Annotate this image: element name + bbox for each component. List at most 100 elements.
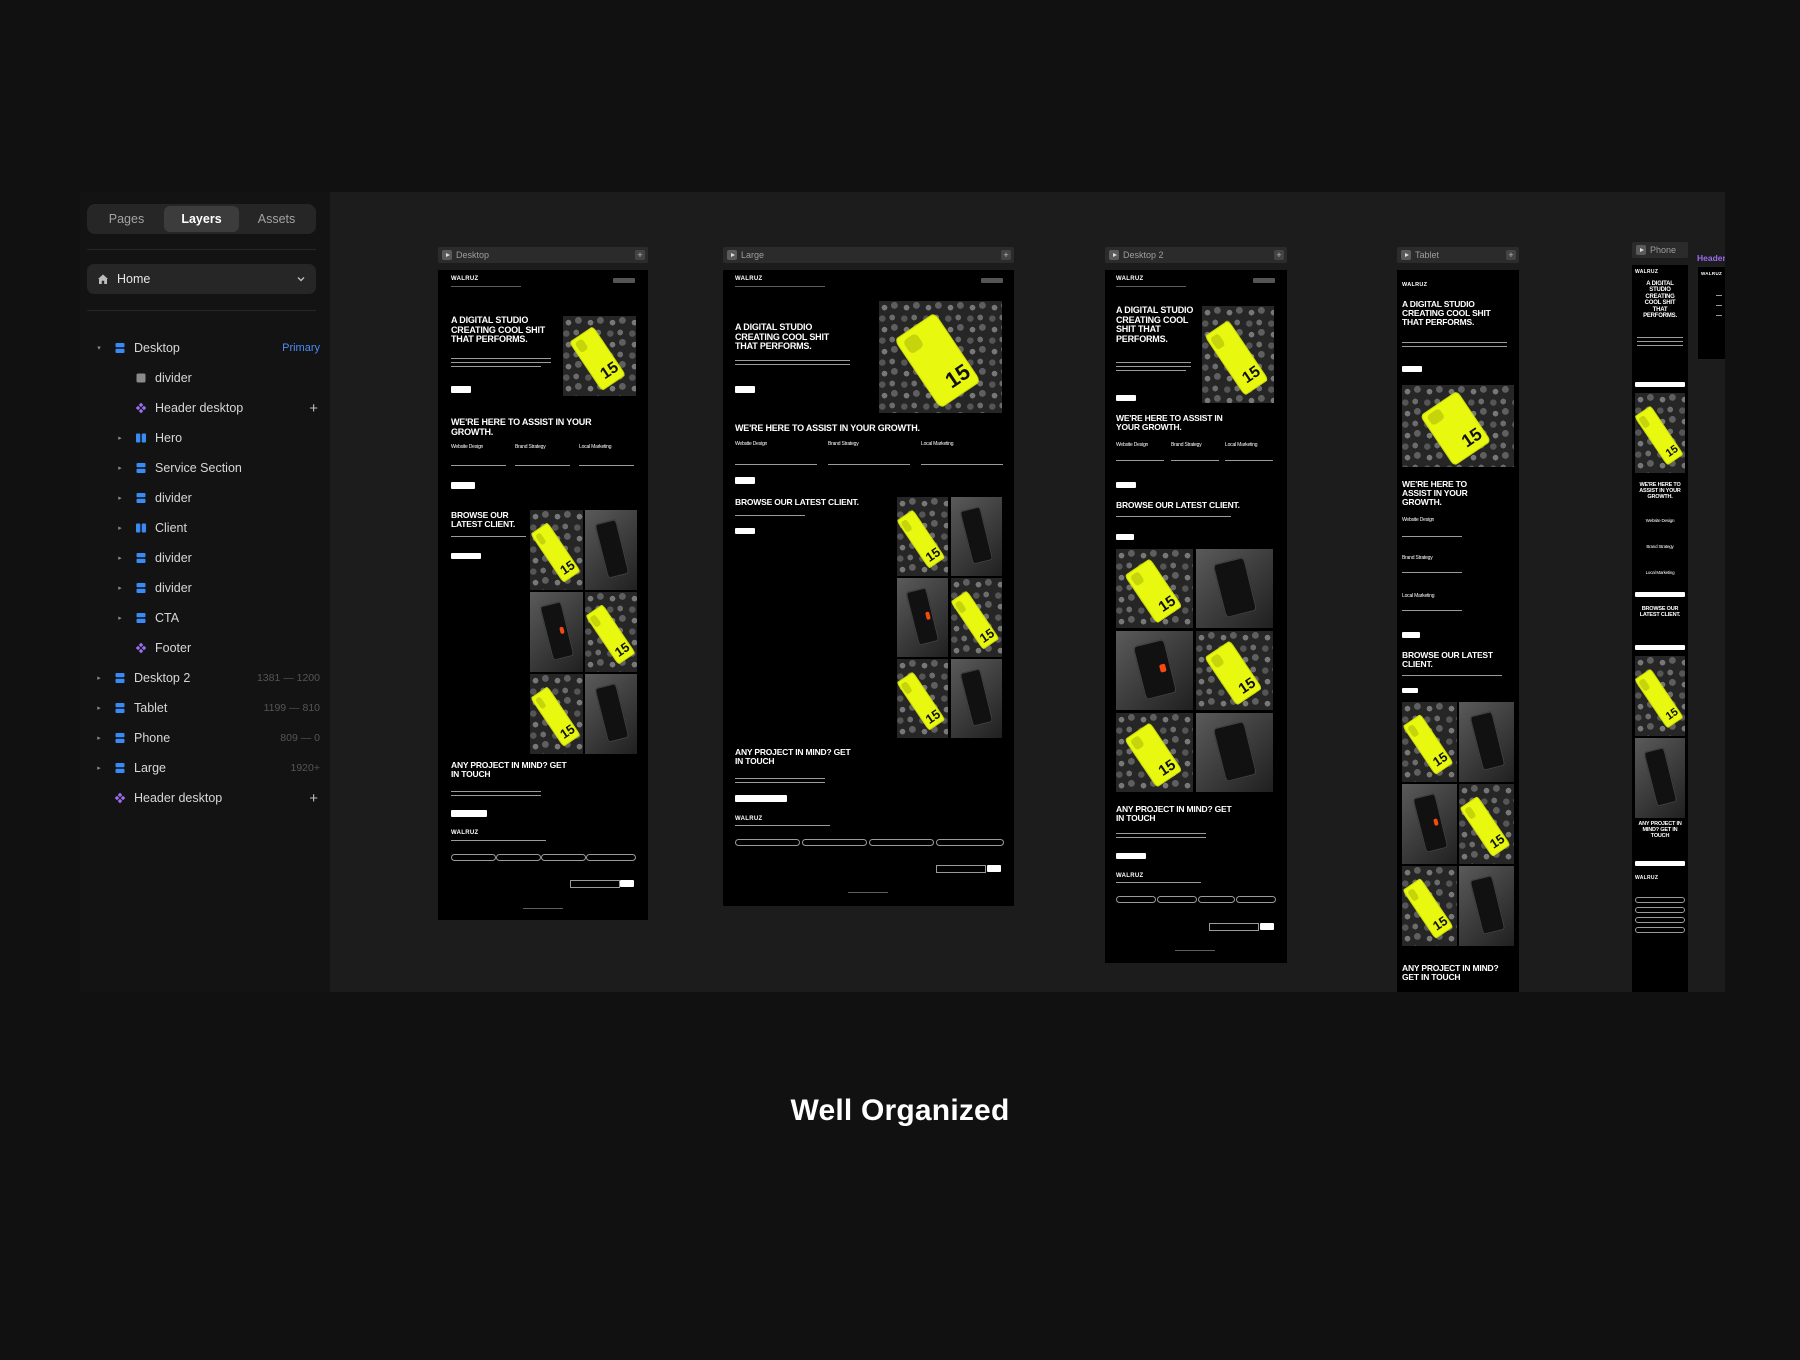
- footer-pill: [1635, 907, 1685, 913]
- layer-label: divider: [155, 551, 192, 565]
- collapse-arrow-icon[interactable]: ▸: [115, 524, 125, 532]
- divider: [87, 310, 316, 311]
- stack-icon: [114, 702, 126, 714]
- page-caption: Well Organized: [790, 1094, 1010, 1127]
- frame-phone[interactable]: WALRUZ A DIGITAL STUDIO CREATING COOL SH…: [1632, 265, 1688, 992]
- layer-row[interactable]: Header desktop +: [80, 393, 330, 423]
- layer-row[interactable]: ▸ Client: [80, 513, 330, 543]
- tab-layers[interactable]: Layers: [164, 206, 239, 232]
- footer-text: [735, 825, 830, 826]
- service-text: [451, 465, 506, 466]
- add-icon: +: [635, 250, 645, 260]
- layer-row[interactable]: ▸ divider: [80, 483, 330, 513]
- frame-header-component[interactable]: WALRUZ: [1697, 266, 1725, 360]
- frame-label-large[interactable]: Large +: [723, 247, 1014, 263]
- collapse-arrow-icon[interactable]: ▸: [115, 554, 125, 562]
- footer-pill: [451, 854, 496, 861]
- service-name: Website Design: [735, 441, 768, 447]
- service-name: Brand Strategy: [515, 444, 546, 450]
- layer-row[interactable]: ▸ Hero: [80, 423, 330, 453]
- add-instance-icon[interactable]: +: [309, 791, 318, 806]
- tab-pages[interactable]: Pages: [89, 206, 164, 232]
- frame-label-phone[interactable]: Phone: [1632, 242, 1688, 258]
- client-image: [585, 510, 637, 590]
- client-image: [1459, 784, 1514, 864]
- add-instance-icon[interactable]: +: [309, 401, 318, 416]
- frame-icon: [135, 372, 147, 384]
- design-canvas[interactable]: Desktop + Large + Desktop 2 + Tablet + Phone…: [330, 192, 1725, 992]
- cta-button: [735, 795, 787, 802]
- cta-text: [735, 778, 825, 779]
- collapse-arrow-icon[interactable]: ▸: [115, 464, 125, 472]
- layer-row[interactable]: ▾ Desktop Primary: [80, 333, 330, 363]
- services-title: WE'RE HERE TO ASSIST IN YOUR GROWTH.: [735, 423, 920, 433]
- stack-icon: [135, 582, 147, 594]
- service-text: [828, 464, 910, 465]
- layer-row[interactable]: ▸ Tablet 1199 — 810: [80, 693, 330, 723]
- layer-row[interactable]: ▸ Large 1920+: [80, 753, 330, 783]
- client-image: [897, 659, 948, 738]
- layer-row[interactable]: Header desktop +: [80, 783, 330, 813]
- frame-desktop-2[interactable]: WALRUZ A DIGITAL STUDIO CREATING COOL SH…: [1105, 270, 1287, 963]
- cta-text: [451, 795, 541, 796]
- layer-label: CTA: [155, 611, 180, 625]
- play-icon: [1401, 250, 1411, 260]
- collapse-arrow-icon[interactable]: ▸: [94, 764, 104, 772]
- hero-text: [1402, 342, 1507, 343]
- layer-row[interactable]: ▸ CTA: [80, 603, 330, 633]
- frame-tablet[interactable]: WALRUZ A DIGITAL STUDIO CREATING COOL SH…: [1397, 270, 1519, 992]
- frame-large[interactable]: WALRUZ A DIGITAL STUDIO CREATING COOL SH…: [723, 270, 1014, 906]
- footer-pill: [1635, 917, 1685, 923]
- frame-label-desktop[interactable]: Desktop +: [438, 247, 648, 263]
- footer-submit: [620, 880, 634, 887]
- hero-text: [451, 366, 541, 367]
- client-image: [1116, 549, 1193, 628]
- footer-input: [936, 865, 986, 873]
- collapse-arrow-icon[interactable]: ▸: [115, 434, 125, 442]
- services-button: [451, 482, 475, 489]
- layer-row[interactable]: divider: [80, 363, 330, 393]
- footer-input: [1209, 923, 1259, 931]
- service-name: Brand Strategy: [1171, 442, 1202, 448]
- frame-desktop[interactable]: WALRUZ A DIGITAL STUDIO CREATING COOL SH…: [438, 270, 648, 920]
- collapse-arrow-icon[interactable]: ▸: [94, 674, 104, 682]
- collapse-arrow-icon[interactable]: ▸: [115, 614, 125, 622]
- layer-row[interactable]: ▸ Phone 809 — 0: [80, 723, 330, 753]
- collapse-arrow-icon[interactable]: ▸: [115, 494, 125, 502]
- service-name: Brand Strategy: [828, 441, 859, 447]
- services-title: WE'RE HERE TO ASSIST IN YOUR GROWTH.: [1402, 479, 1468, 508]
- component-icon: [135, 402, 147, 414]
- clients-title: BROWSE OUR LATEST CLIENT.: [451, 510, 516, 530]
- layer-row[interactable]: ▸ Desktop 2 1381 — 1200: [80, 663, 330, 693]
- nav-links: [735, 286, 825, 287]
- collapse-arrow-icon[interactable]: ▸: [115, 584, 125, 592]
- collapse-arrow-icon[interactable]: ▸: [94, 704, 104, 712]
- frame-label-desktop-2[interactable]: Desktop 2 +: [1105, 247, 1287, 263]
- service-name: Local Marketing: [1645, 570, 1675, 575]
- layer-row[interactable]: Footer: [80, 633, 330, 663]
- play-icon: [442, 250, 452, 260]
- layer-row[interactable]: ▸ divider: [80, 573, 330, 603]
- hero-image: [1202, 306, 1274, 403]
- layer-row[interactable]: ▸ divider: [80, 543, 330, 573]
- page-select-dropdown[interactable]: Home: [87, 264, 316, 294]
- hero-button: [451, 386, 471, 393]
- layer-label: divider: [155, 491, 192, 505]
- service-name: Local Marketing: [1225, 442, 1258, 448]
- layer-row[interactable]: ▸ Service Section: [80, 453, 330, 483]
- clients-text: [1116, 516, 1231, 517]
- services-button: [735, 477, 755, 484]
- expand-arrow-icon[interactable]: ▾: [94, 344, 104, 352]
- service-text: [921, 464, 1003, 465]
- layer-tree: ▾ Desktop Primary divider Header desktop + ▸ He…: [80, 333, 330, 813]
- copyright: [1175, 950, 1215, 951]
- client-image: [1459, 866, 1514, 946]
- header-link: [1716, 295, 1722, 296]
- frame-label-text: Large: [741, 250, 765, 260]
- client-image: [951, 578, 1002, 657]
- services-title: WE'RE HERE TO ASSIST IN YOUR GROWTH.: [1639, 482, 1681, 500]
- tab-assets[interactable]: Assets: [239, 206, 314, 232]
- site-logo: WALRUZ: [1635, 269, 1659, 275]
- collapse-arrow-icon[interactable]: ▸: [94, 734, 104, 742]
- frame-label-tablet[interactable]: Tablet +: [1397, 247, 1519, 263]
